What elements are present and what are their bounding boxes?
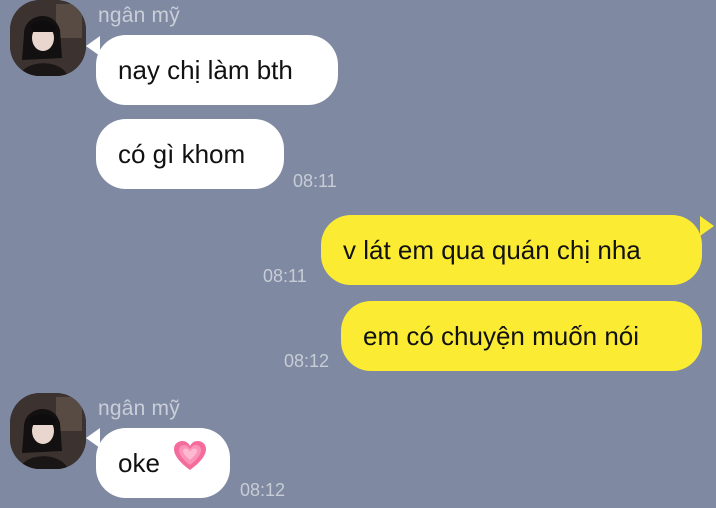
avatar-photo-icon <box>10 393 86 469</box>
bubble-tail <box>700 216 714 236</box>
message-text: v lát em qua quán chị nha <box>343 235 641 265</box>
avatar[interactable] <box>10 0 86 76</box>
sender-name: ngân mỹ <box>98 4 180 27</box>
message-bubble[interactable]: em có chuyện muốn nói <box>341 301 702 371</box>
message-timestamp: 08:12 <box>284 351 330 371</box>
message-text: nay chị làm bth <box>118 55 293 85</box>
message-bubble[interactable]: oke <box>96 428 230 498</box>
message-text: em có chuyện muốn nói <box>363 321 640 351</box>
message-bubble[interactable]: nay chị làm bth <box>96 35 338 105</box>
message-timestamp: 08:12 <box>240 480 286 500</box>
avatar-photo-icon <box>10 0 86 76</box>
message-timestamp: 08:11 <box>263 266 307 286</box>
sender-name: ngân mỹ <box>98 397 180 420</box>
chat-area[interactable]: ngân mỹ nay chị làm bth có gì khom 08:11… <box>0 0 716 508</box>
avatar[interactable] <box>10 393 86 469</box>
growing-heart-icon <box>173 428 207 498</box>
message-text: oke <box>118 448 160 478</box>
message-text: có gì khom <box>118 139 246 169</box>
message-timestamp: 08:11 <box>293 171 337 191</box>
message-bubble[interactable]: có gì khom <box>96 119 284 189</box>
message-bubble[interactable]: v lát em qua quán chị nha <box>321 215 702 285</box>
